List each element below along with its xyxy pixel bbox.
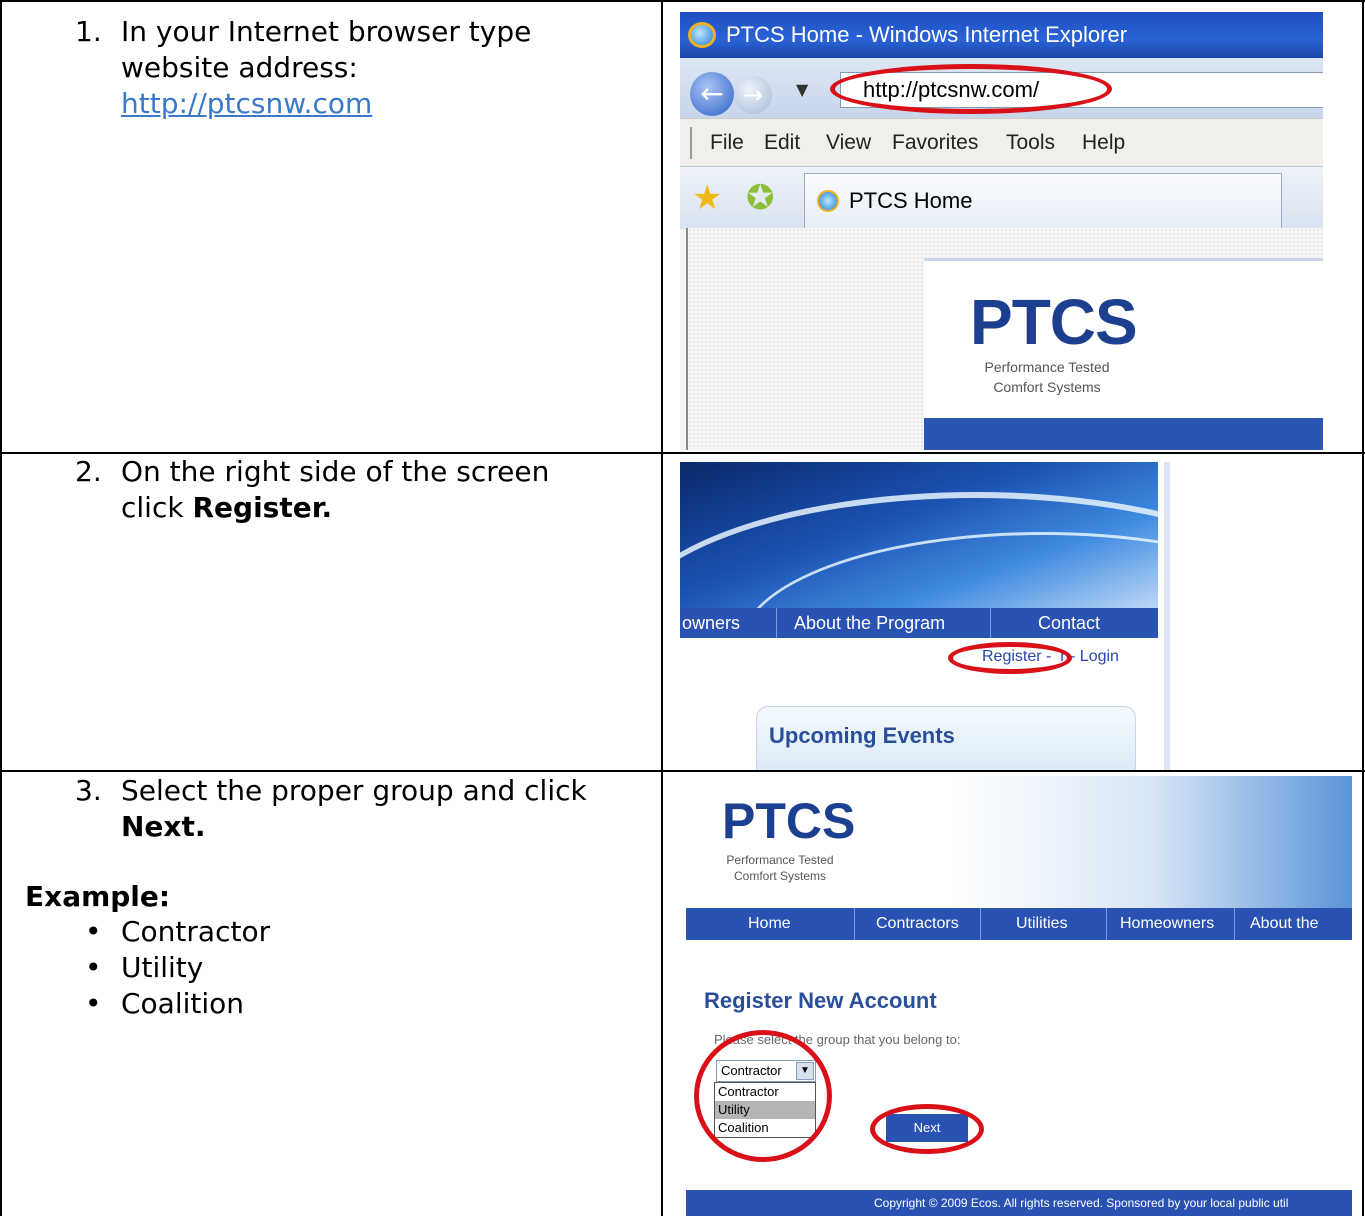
page-header: PTCS Performance Tested Comfort Systems <box>924 258 1323 421</box>
internet-explorer-icon <box>817 190 839 212</box>
nav-divider <box>1234 908 1235 940</box>
site-nav-bar: Home Contractors Utilities Homeowners Ab… <box>686 908 1352 964</box>
step-number: 3. <box>75 774 102 807</box>
register-screenshot: owners About the Program Contact Registe… <box>680 462 1170 770</box>
website-link[interactable]: http://ptcsnw.com <box>121 86 641 122</box>
step-text: Select the proper group and click Next. <box>121 773 641 845</box>
internet-explorer-icon <box>688 22 716 48</box>
window-title: PTCS Home - Windows Internet Explorer <box>726 22 1128 47</box>
nav-contact[interactable]: Contact <box>1038 608 1100 638</box>
highlight-circle <box>830 64 1112 114</box>
browser-screenshot: PTCS Home - Windows Internet Explorer ← … <box>680 12 1323 450</box>
register-emphasis: Register. <box>192 491 333 524</box>
page-nav-bar <box>924 418 1323 450</box>
nav-homeowners[interactable]: owners <box>682 608 740 638</box>
forward-arrow-icon[interactable]: → <box>734 76 772 114</box>
register-account-screenshot: PTCS Performance Tested Comfort Systems … <box>684 776 1352 1216</box>
nav-divider <box>990 608 991 638</box>
browser-page-content: PTCS Performance Tested Comfort Systems <box>686 228 1323 450</box>
example-label: Example: <box>25 880 171 913</box>
nav-about-program[interactable]: About the Prog <box>1250 908 1352 972</box>
step-line: Next. <box>121 809 641 845</box>
list-item: Utility <box>75 950 270 986</box>
ptcs-logo-subtitle: Performance Tested Comfort Systems <box>984 359 1110 395</box>
favorites-star-icon[interactable]: ★ <box>692 167 722 229</box>
table-border-top <box>0 0 1365 2</box>
browser-tab[interactable]: PTCS Home <box>804 173 1282 228</box>
step-text: In your Internet browser type website ad… <box>121 14 641 122</box>
upcoming-events-title: Upcoming Events <box>769 723 955 748</box>
step-line: click Register. <box>121 490 641 526</box>
page-title: Register New Account <box>704 988 937 1013</box>
step-line: On the right side of the screen <box>121 455 550 488</box>
example-list: Contractor Utility Coalition <box>75 914 270 1022</box>
list-item: Contractor <box>75 914 270 950</box>
site-banner <box>680 462 1158 608</box>
highlight-circle <box>948 642 1072 674</box>
menu-tools[interactable]: Tools <box>1006 119 1055 167</box>
step-number: 1. <box>75 15 102 48</box>
upcoming-events-box: Upcoming Events <box>756 706 1136 770</box>
nav-utilities[interactable]: Utilities <box>1016 908 1068 940</box>
ptcs-logo-subtitle: Performance Tested Comfort Systems <box>726 853 834 883</box>
menu-help[interactable]: Help <box>1082 119 1125 167</box>
nav-about-program[interactable]: About the Program <box>794 608 945 638</box>
menu-bar: File Edit View Favorites Tools Help <box>680 118 1323 167</box>
nav-divider <box>854 908 855 940</box>
nav-divider <box>776 608 777 638</box>
site-footer: Copyright © 2009 Ecos. All rights reserv… <box>686 1190 1352 1216</box>
step-line: website address: <box>121 51 358 84</box>
ptcs-logo: PTCS <box>970 286 1138 358</box>
site-nav-bar: owners About the Program Contact <box>680 608 1158 638</box>
next-emphasis: Next. <box>121 810 206 843</box>
step-line: In your Internet browser type <box>121 15 532 48</box>
table-border-middle <box>661 0 663 1216</box>
highlight-circle <box>694 1030 832 1162</box>
step-text-prefix: click <box>121 491 193 524</box>
nav-divider <box>1106 908 1107 940</box>
highlight-circle <box>870 1104 984 1154</box>
menu-file[interactable]: File <box>710 119 744 167</box>
browser-title-bar: PTCS Home - Windows Internet Explorer <box>680 12 1323 58</box>
back-arrow-icon[interactable]: ← <box>690 72 734 116</box>
chevron-down-icon[interactable]: ▼ <box>796 80 808 99</box>
nav-contractors[interactable]: Contractors <box>876 908 959 940</box>
add-favorite-icon[interactable]: ✪ <box>746 167 775 229</box>
favorites-bar: ★ ✪ PTCS Home <box>680 166 1323 229</box>
list-item: Coalition <box>75 986 270 1022</box>
table-row-divider-2 <box>0 770 1365 772</box>
nav-homeowners[interactable]: Homeowners <box>1120 908 1214 940</box>
site-header: PTCS Performance Tested Comfort Systems <box>684 776 1352 908</box>
step-number: 2. <box>75 455 102 488</box>
table-border-left <box>0 0 2 1216</box>
menu-separator <box>690 127 692 159</box>
step-line: Select the proper group and click <box>121 774 587 807</box>
ptcs-logo: PTCS <box>722 793 856 849</box>
menu-favorites[interactable]: Favorites <box>892 119 978 167</box>
nav-home[interactable]: Home <box>748 908 791 940</box>
instruction-table: 1. In your Internet browser type website… <box>0 0 1365 1216</box>
step-text: On the right side of the screen click Re… <box>121 454 641 526</box>
nav-divider <box>980 908 981 940</box>
menu-view[interactable]: View <box>826 119 871 167</box>
menu-edit[interactable]: Edit <box>764 119 800 167</box>
table-border-right <box>1362 0 1364 1216</box>
tab-title: PTCS Home <box>849 188 973 213</box>
footer-text: Copyright © 2009 Ecos. All rights reserv… <box>874 1196 1289 1210</box>
